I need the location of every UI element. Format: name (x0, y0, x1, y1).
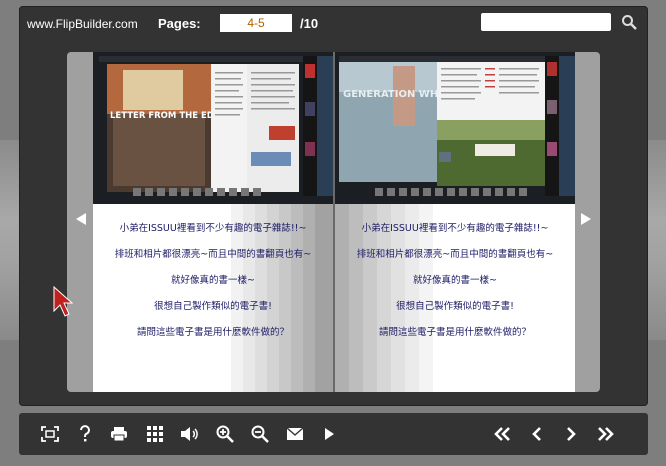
right-page[interactable]: GENERATION WHY 小弟在ISSUU裡看到不少有趣的電子雜誌!!~ 排… (335, 52, 575, 392)
first-page-icon[interactable] (492, 424, 512, 444)
text-line: 排班和相片都很漂亮~而且中間的書翻頁也有~ (356, 249, 554, 260)
text-line: 請問這些電子書是用什麼軟件做的？ (136, 327, 289, 338)
help-icon[interactable] (75, 424, 95, 444)
right-page-screenshot: GENERATION WHY (335, 52, 575, 204)
fullscreen-icon[interactable] (40, 424, 60, 444)
text-line: 小弟在ISSUU裡看到不少有趣的電子雜誌!!~ (361, 223, 549, 234)
previous-page-icon[interactable] (527, 424, 547, 444)
page-number-input[interactable] (220, 14, 292, 32)
text-line: 小弟在ISSUU裡看到不少有趣的電子雜誌!!~ (119, 223, 307, 234)
right-screenshot-title: GENERATION WHY (343, 89, 446, 100)
text-line: 很想自己製作類似的電子書! (154, 301, 272, 312)
thumbnails-icon[interactable] (145, 424, 165, 444)
zoom-in-icon[interactable] (215, 424, 235, 444)
search-input[interactable] (481, 13, 611, 31)
sound-icon[interactable] (180, 424, 200, 444)
previous-page-arrow-icon[interactable] (74, 212, 88, 230)
pages-label: Pages: (158, 16, 201, 31)
zoom-out-icon[interactable] (250, 424, 270, 444)
search-icon[interactable] (621, 14, 637, 30)
next-page-icon[interactable] (561, 424, 581, 444)
next-page-arrow-icon[interactable] (579, 212, 593, 230)
viewer-frame: www.FlipBuilder.com Pages: /10 (19, 6, 648, 406)
brand-link[interactable]: www.FlipBuilder.com (27, 17, 138, 31)
mouse-cursor-icon (52, 285, 74, 319)
print-icon[interactable] (109, 424, 129, 444)
text-line: 就好像真的書一樣~ (171, 275, 255, 286)
bottom-toolbar (19, 413, 648, 455)
left-page[interactable]: LETTER FROM THE EDITOR 小弟在ISSUU裡看到不少有趣的電… (93, 52, 333, 392)
email-icon[interactable] (285, 424, 305, 444)
autoplay-icon[interactable] (319, 424, 339, 444)
text-line: 排班和相片都很漂亮~而且中間的書翻頁也有~ (114, 249, 312, 260)
text-line: 請問這些電子書是用什麼軟件做的？ (378, 327, 531, 338)
last-page-icon[interactable] (596, 424, 616, 444)
book-stage: LETTER FROM THE EDITOR 小弟在ISSUU裡看到不少有趣的電… (67, 52, 600, 392)
text-line: 很想自己製作類似的電子書! (396, 301, 514, 312)
total-pages: /10 (300, 16, 319, 31)
text-line: 就好像真的書一樣~ (413, 275, 497, 286)
top-bar: www.FlipBuilder.com Pages: /10 (19, 6, 648, 42)
flip-book[interactable]: LETTER FROM THE EDITOR 小弟在ISSUU裡看到不少有趣的電… (93, 52, 575, 392)
left-page-screenshot: LETTER FROM THE EDITOR (93, 52, 333, 204)
